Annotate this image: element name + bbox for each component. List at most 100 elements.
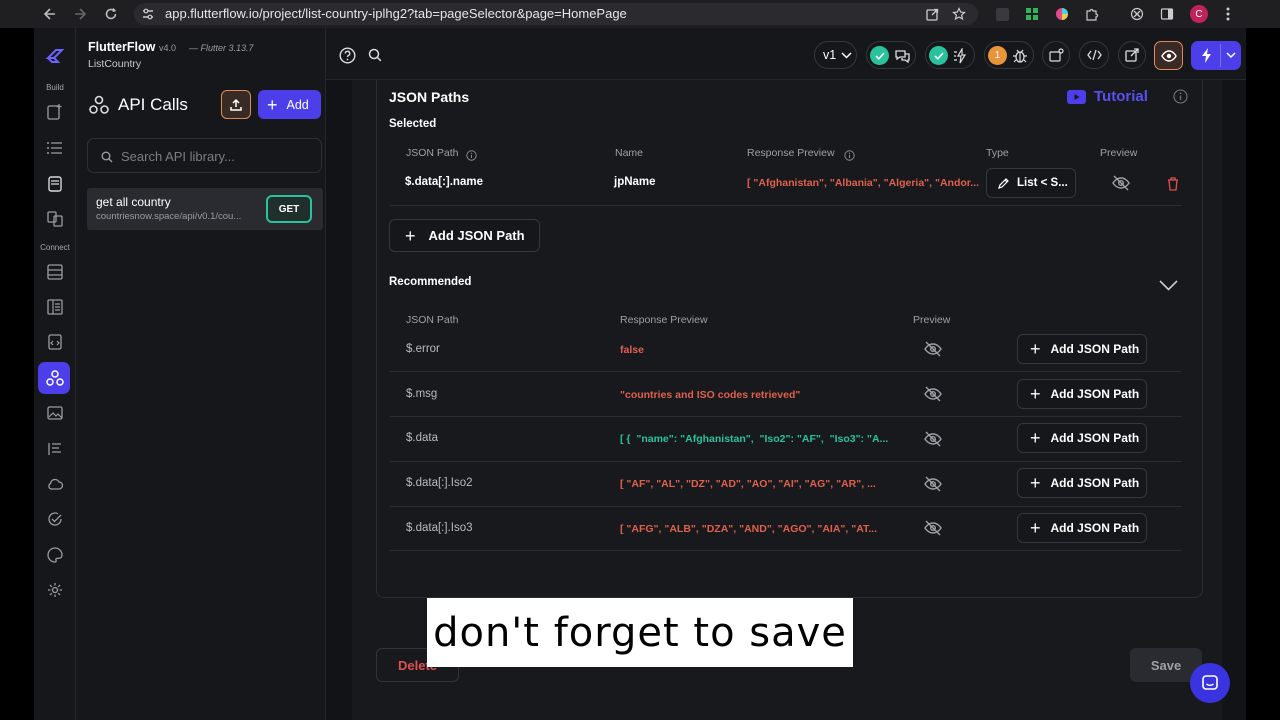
share-icon: [1048, 48, 1064, 62]
url-text: app.flutterflow.io/project/list-country-…: [165, 6, 627, 21]
collaboration-status[interactable]: [866, 41, 916, 69]
back-icon[interactable]: [40, 4, 60, 24]
add-json-path-label: Add JSON Path: [428, 228, 525, 243]
browser-menu-icon[interactable]: [1218, 4, 1238, 24]
app-details-icon[interactable]: [42, 436, 68, 462]
eye-icon: [1160, 49, 1177, 62]
api-item-name: get all country: [96, 195, 171, 209]
sidebar-toggle-icon[interactable]: [1157, 4, 1177, 24]
recommended-header-json-path: JSON Path: [406, 314, 459, 326]
add-json-path-row-label: Add JSON Path: [1050, 476, 1140, 490]
version-select[interactable]: v1: [814, 41, 857, 69]
add-json-path-row-button[interactable]: + Add JSON Path: [1017, 513, 1147, 543]
selected-header-response-preview: Response Preview: [747, 147, 835, 159]
api-calls-icon[interactable]: [42, 365, 68, 391]
support-chat-button[interactable]: [1190, 663, 1230, 703]
flutter-version: — Flutter 3.13.7: [189, 43, 254, 53]
recommended-row-path: $.data[:].Iso3: [406, 522, 473, 534]
add-json-path-row-button[interactable]: + Add JSON Path: [1017, 379, 1147, 409]
tutorial-link[interactable]: Tutorial: [1094, 88, 1148, 105]
add-json-path-row-button[interactable]: + Add JSON Path: [1017, 334, 1147, 364]
widget-tree-icon[interactable]: [42, 135, 68, 161]
recommended-row-path: $.msg: [406, 388, 438, 400]
preview-hidden-icon[interactable]: [923, 386, 943, 402]
info-icon[interactable]: [466, 148, 477, 166]
chevron-down-icon: [841, 51, 852, 59]
info-icon[interactable]: [844, 148, 855, 166]
chevron-down-icon[interactable]: [1159, 278, 1178, 296]
browser-toolbar: app.flutterflow.io/project/list-country-…: [0, 0, 1280, 28]
add-json-path-row-button[interactable]: + Add JSON Path: [1017, 468, 1147, 498]
profile-avatar[interactable]: C: [1189, 4, 1209, 24]
app-version: v4.0: [159, 43, 177, 53]
build-status[interactable]: [925, 41, 975, 69]
reload-icon[interactable]: [101, 4, 121, 24]
editor-topbar: v1 1: [326, 28, 1246, 80]
recommended-header-response-preview: Response Preview: [620, 314, 708, 326]
preview-hidden-icon[interactable]: [923, 431, 943, 447]
plus-icon: +: [1030, 384, 1041, 404]
delete-trash-icon[interactable]: [1166, 176, 1180, 196]
info-icon[interactable]: [1173, 89, 1188, 109]
recommended-row-response: false: [620, 344, 644, 356]
forward-icon[interactable]: [70, 4, 90, 24]
issues-status[interactable]: 1: [984, 41, 1034, 69]
theme-icon[interactable]: [42, 206, 68, 232]
preview-hidden-icon[interactable]: [1111, 175, 1131, 191]
project-name: ListCountry: [88, 58, 142, 70]
add-widget-icon[interactable]: [42, 99, 68, 125]
row-divider: [390, 205, 1182, 206]
plus-icon: +: [1030, 473, 1041, 493]
selected-response-preview: [ "Afghanistan", "Albania", "Algeria", "…: [747, 177, 980, 189]
add-json-path-row-button[interactable]: + Add JSON Path: [1017, 423, 1147, 453]
type-select[interactable]: List < S...: [986, 168, 1076, 198]
cloud-functions-icon[interactable]: [42, 471, 68, 497]
media-assets-icon[interactable]: [42, 400, 68, 426]
view-code-button[interactable]: [1079, 41, 1109, 69]
api-list-item[interactable]: get all country countriesnow.space/api/v…: [87, 188, 323, 230]
search-api-input[interactable]: Search API library...: [87, 138, 322, 173]
tests-icon[interactable]: [42, 506, 68, 532]
api-item-url: countriesnow.space/api/v0.1/cou...: [96, 211, 242, 222]
add-api-call-button[interactable]: + Add: [258, 90, 321, 119]
share-button[interactable]: [1042, 41, 1070, 69]
color-picker-icon[interactable]: [1052, 4, 1072, 24]
flutterflow-logo-icon[interactable]: [42, 42, 68, 68]
check-icon: [929, 46, 948, 65]
selected-header-type: Type: [986, 147, 1009, 159]
theme-palette-icon[interactable]: [42, 542, 68, 568]
type-select-value: List < S...: [1017, 177, 1068, 189]
bookmark-star-icon[interactable]: [949, 4, 969, 24]
app-values-icon[interactable]: [42, 294, 68, 320]
row-divider: [390, 506, 1182, 507]
add-json-path-button[interactable]: + Add JSON Path: [389, 219, 540, 252]
extensions-puzzle-icon[interactable]: [1082, 4, 1102, 24]
upload-button[interactable]: [221, 90, 251, 119]
video-frame-left: [0, 28, 34, 720]
sync-icon[interactable]: [1127, 4, 1147, 24]
preview-hidden-icon[interactable]: [923, 520, 943, 536]
row-divider: [390, 461, 1182, 462]
custom-code-icon[interactable]: [42, 329, 68, 355]
upload-icon: [230, 98, 242, 111]
recommended-row-response: [ { "name": "Afghanistan", "Iso2": "AF",…: [620, 433, 889, 445]
extension-icon[interactable]: [992, 4, 1012, 24]
firestore-icon[interactable]: [42, 259, 68, 285]
open-in-app-icon[interactable]: [922, 4, 942, 24]
preview-hidden-icon[interactable]: [923, 476, 943, 492]
run-app-button[interactable]: [1191, 41, 1241, 70]
selected-header-name: Name: [615, 147, 644, 159]
search-icon[interactable]: [368, 48, 382, 67]
add-json-path-row-label: Add JSON Path: [1050, 431, 1140, 445]
rail-section-build: Build: [46, 83, 64, 92]
row-divider: [390, 371, 1182, 372]
storyboard-icon[interactable]: [42, 171, 68, 197]
settings-gear-icon[interactable]: [42, 577, 68, 603]
open-external-button[interactable]: [1118, 41, 1146, 69]
site-settings-icon[interactable]: [138, 4, 158, 24]
help-icon[interactable]: [339, 47, 356, 69]
preview-mode-button[interactable]: [1154, 41, 1183, 70]
youtube-icon[interactable]: [1067, 90, 1086, 104]
preview-hidden-icon[interactable]: [923, 341, 943, 357]
extension-grid-icon[interactable]: [1022, 4, 1042, 24]
